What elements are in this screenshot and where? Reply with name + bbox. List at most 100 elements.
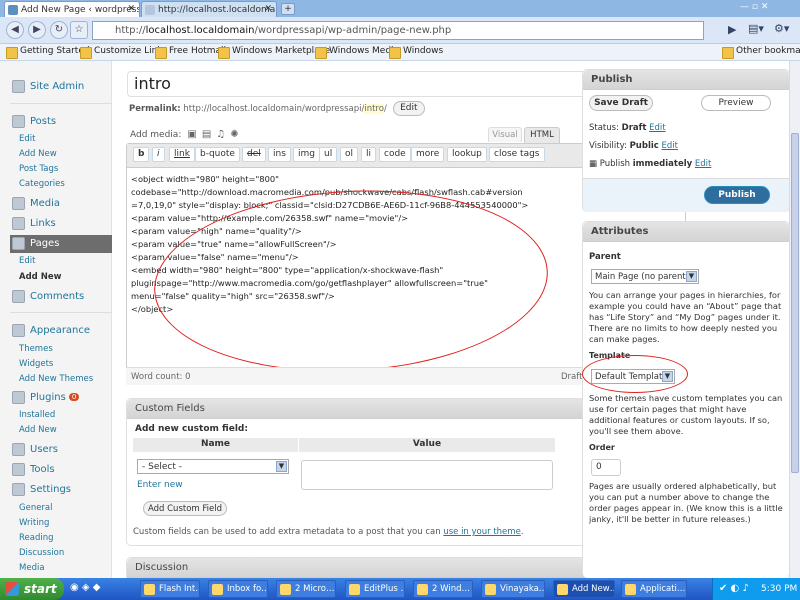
back-button[interactable]: ◀ [6,21,24,39]
submenu-themes[interactable]: Themes [19,344,53,354]
qt-italic-button[interactable]: i [152,147,165,162]
submenu-reading[interactable]: Reading [19,533,54,543]
visibility-edit-link[interactable]: Edit [662,141,678,151]
task-windows[interactable]: 2 Wind… [413,580,473,598]
column-value-header: Value [299,438,555,452]
bookmark-windows[interactable]: Windows [389,46,443,59]
enter-new-link[interactable]: Enter new [137,480,183,490]
tools-menu-icon[interactable]: ⚙▾ [774,22,789,35]
forward-button[interactable]: ▶ [28,21,46,39]
order-input[interactable]: 0 [591,459,621,476]
qt-close-tags-button[interactable]: close tags [489,147,545,162]
attributes-header[interactable]: Attributes [583,222,789,242]
task-flash-int[interactable]: Flash Int… [140,580,200,598]
menu-pages[interactable]: Pages [10,235,112,253]
submenu-add-new-themes[interactable]: Add New Themes [19,374,93,384]
qt-del-button[interactable]: del [242,147,266,162]
menu-tools[interactable]: Tools [10,461,112,479]
task-vinayaka[interactable]: Vinayaka… [481,580,545,598]
bookmark-windows-media[interactable]: Windows Media [315,46,399,59]
publish-button[interactable]: Publish [704,186,770,204]
menu-comments[interactable]: Comments [10,288,112,306]
scrollbar-thumb[interactable] [791,133,799,473]
qt-link-button[interactable]: link [169,147,195,162]
submenu-posts-edit[interactable]: Edit [19,134,35,144]
system-tray: ✔ ◐ ♪ 5:30 PM [712,578,800,600]
reload-button[interactable]: ↻ [50,21,68,39]
bookmark-windows-marketplace[interactable]: Windows Marketplace [218,46,330,59]
qt-lookup-button[interactable]: lookup [447,147,487,162]
tray-icons[interactable]: ✔ ◐ ♪ [719,583,749,594]
tab-localhost[interactable]: http://localhost.localdomai… ✕ [141,1,277,17]
permalink-edit-button[interactable]: Edit [392,101,425,116]
qt-ol-button[interactable]: ol [340,147,359,162]
preview-button[interactable]: Preview [701,95,771,111]
parent-select[interactable]: Main Page (no parent) ▼ [591,269,699,284]
menu-settings[interactable]: Settings [10,481,112,499]
submenu-plugins-add-new[interactable]: Add New [19,425,57,435]
qt-li-button[interactable]: li [361,147,377,162]
menu-media[interactable]: Media [10,195,112,213]
page-scrollbar[interactable] [789,61,800,578]
qt-img-button[interactable]: img [293,147,320,162]
task-inbox[interactable]: Inbox fo… [208,580,268,598]
close-tab-icon[interactable]: ✕ [127,4,135,14]
submenu-posts-add-new[interactable]: Add New [19,149,57,159]
menu-links[interactable]: Links [10,215,112,233]
tab-html[interactable]: HTML [524,127,560,143]
add-video-icon[interactable]: ▤ [202,129,211,140]
submenu-widgets[interactable]: Widgets [19,359,53,369]
qt-code-button[interactable]: code [379,147,411,162]
menu-posts[interactable]: Posts [10,113,112,131]
qt-bold-button[interactable]: b [133,147,150,162]
add-image-icon[interactable]: ▣ [187,129,196,140]
task-add-new[interactable]: Add New… [553,580,615,598]
save-draft-button[interactable]: Save Draft [589,95,653,111]
go-arrow-icon[interactable]: ▶ [728,23,736,36]
task-applicati[interactable]: Applicati… [621,580,687,598]
submenu-pages-add-new[interactable]: Add New [19,272,61,282]
custom-field-key-select[interactable]: - Select - ▼ [137,459,289,474]
other-bookmarks[interactable]: Other bookmarks [722,46,800,59]
tab-add-new-page[interactable]: Add New Page ‹ wordpress… ✕ [4,1,140,17]
tab-visual[interactable]: Visual [488,127,522,142]
submenu-settings-media[interactable]: Media [19,563,45,573]
bookmark-getting-started[interactable]: Getting Started [6,46,90,59]
add-audio-icon[interactable]: ♫ [216,129,225,140]
qt-ins-button[interactable]: ins [268,147,291,162]
menu-appearance[interactable]: Appearance [10,322,112,340]
submenu-categories[interactable]: Categories [19,179,65,189]
start-button[interactable]: start [0,578,64,600]
task-micro[interactable]: 2 Micro… [276,580,336,598]
browser-tab-strip: Add New Page ‹ wordpress… ✕ http://local… [0,0,800,17]
use-in-theme-link[interactable]: use in your theme [443,527,520,537]
permalink-slug[interactable]: intro [364,103,384,114]
quick-launch-icons[interactable]: ◉ ◈ ◆ [70,582,100,593]
close-tab-icon[interactable]: ✕ [264,4,272,14]
window-controls[interactable]: — ▫ ✕ [740,2,768,12]
bookmark-free-hotmail[interactable]: Free Hotmail [155,46,226,59]
publish-header[interactable]: Publish [583,70,789,90]
custom-field-value-textarea[interactable] [301,460,553,490]
task-editplus[interactable]: EditPlus … [345,580,405,598]
new-tab-button[interactable]: + [281,3,295,15]
menu-users[interactable]: Users [10,441,112,459]
address-bar[interactable]: http://localhost.localdomain/wordpressap… [92,21,704,40]
publish-time-edit-link[interactable]: Edit [695,159,711,169]
submenu-installed[interactable]: Installed [19,410,55,420]
submenu-writing[interactable]: Writing [19,518,49,528]
add-custom-field-button[interactable]: Add Custom Field [143,501,227,516]
add-media-icon[interactable]: ✺ [230,129,238,140]
menu-plugins[interactable]: Plugins 0 [10,389,112,407]
qt-bquote-button[interactable]: b-quote [195,147,240,162]
menu-site-admin[interactable]: Site Admin [10,78,112,96]
bookmark-star-icon[interactable]: ☆ [70,21,88,39]
status-edit-link[interactable]: Edit [649,123,665,133]
submenu-general[interactable]: General [19,503,53,513]
qt-ul-button[interactable]: ul [319,147,338,162]
qt-more-button[interactable]: more [411,147,445,162]
submenu-post-tags[interactable]: Post Tags [19,164,58,174]
submenu-pages-edit[interactable]: Edit [19,256,35,266]
submenu-discussion[interactable]: Discussion [19,548,64,558]
page-menu-icon[interactable]: ▤▾ [748,22,764,35]
